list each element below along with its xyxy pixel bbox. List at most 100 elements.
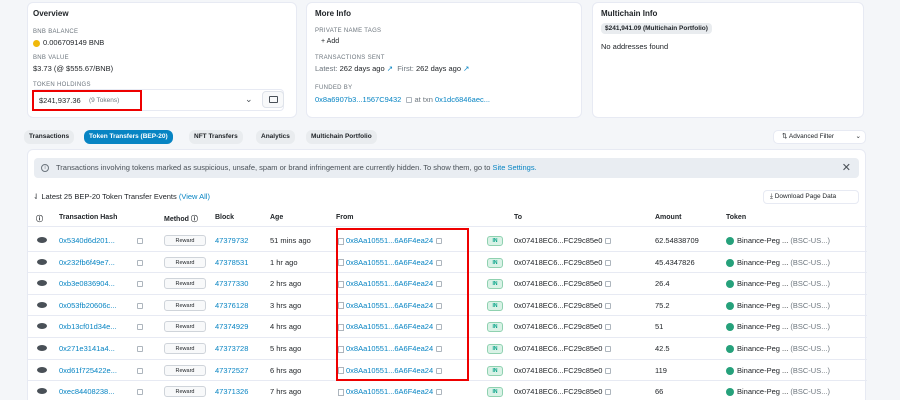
copy-icon[interactable] (134, 366, 143, 375)
token-name[interactable]: Binance-Peg ... (737, 279, 788, 288)
eye-icon[interactable] (37, 301, 47, 308)
tx-hash-link[interactable]: 0xb3e0836904... (59, 279, 115, 288)
token-name[interactable]: Binance-Peg ... (737, 344, 788, 353)
token-cell[interactable]: Binance-Peg ... (BSC-US...) (726, 258, 830, 267)
to-address-text: 0x07418EC6...FC29c85e0 (514, 387, 603, 397)
copy-icon[interactable] (605, 281, 612, 288)
eye-icon[interactable] (37, 345, 47, 351)
tx-hash-link[interactable]: 0xd61f725422e... (59, 366, 117, 375)
eye-icon[interactable] (37, 237, 47, 243)
token-name[interactable]: Binance-Peg ... (737, 258, 788, 267)
tx-hash-link[interactable]: 0xec84408238... (59, 387, 114, 396)
close-icon[interactable]: ✕ (842, 158, 851, 178)
tx-hash-link[interactable]: 0xb13cf01d34e... (59, 322, 117, 331)
copy-icon[interactable] (134, 236, 143, 245)
tx-hash-link[interactable]: 0x271e3141a4... (59, 344, 115, 353)
arrow-up-right-icon[interactable]: ↗ (387, 64, 393, 73)
col-method-label: Method (164, 216, 189, 223)
add-tag-button[interactable]: + Add (321, 38, 339, 45)
transfer-summary: ⇃ Latest 25 BEP-20 Token Transfer Events… (33, 192, 210, 201)
token-cell[interactable]: Binance-Peg ... (BSC-US...) (726, 322, 830, 332)
copy-icon[interactable] (134, 258, 143, 267)
block-link[interactable]: 47376128 (215, 301, 248, 310)
token-cell[interactable]: Binance-Peg ... (BSC-US...) (726, 344, 830, 354)
copy-icon[interactable] (605, 346, 612, 353)
contract-icon (338, 388, 344, 396)
eye-icon[interactable] (37, 366, 47, 373)
info-icon[interactable]: ⓘ (191, 216, 198, 223)
col-amount[interactable]: Amount (655, 214, 681, 221)
view-all-link[interactable]: (View All) (179, 192, 210, 201)
download-page-data-button[interactable]: ⤓ Download Page Data (763, 190, 859, 204)
token-cell[interactable]: Binance-Peg ... (BSC-US...) (726, 236, 830, 246)
help-icon[interactable]: ⓘ (36, 214, 43, 224)
copy-icon[interactable] (134, 387, 143, 396)
block-link[interactable]: 47379732 (215, 236, 248, 245)
age-value: 2 hrs ago (270, 279, 302, 289)
copy-icon[interactable] (605, 367, 612, 374)
copy-icon[interactable] (134, 279, 143, 288)
advanced-filter-button[interactable]: ⇅ Advanced Filter ⌄ (773, 130, 866, 144)
direction-badge: IN (487, 257, 503, 268)
copy-icon[interactable] (436, 389, 443, 396)
copy-icon[interactable] (134, 301, 143, 310)
arrow-up-right-icon[interactable]: ↗ (463, 64, 469, 73)
copy-icon[interactable] (605, 302, 612, 309)
token-name[interactable]: Binance-Peg ... (737, 301, 788, 310)
eye-icon[interactable] (37, 388, 47, 395)
notice-text: Transactions involving tokens marked as … (56, 163, 491, 172)
funded-txn-link[interactable]: 0x1dc6846aec... (435, 95, 490, 104)
multichain-portfolio-badge[interactable]: $241,941.09 (Multichain Portfolio) (601, 23, 712, 34)
tab-token-transfers[interactable]: Token Transfers (BEP-20) (84, 130, 173, 144)
from-address-link[interactable]: 0x8Aa10551...6A6F4ea24 (346, 387, 433, 396)
copy-icon[interactable] (605, 259, 612, 266)
from-address[interactable]: 0x8Aa10551...6A6F4ea24 (338, 387, 443, 396)
eye-icon[interactable] (37, 323, 47, 330)
eye-icon[interactable] (37, 280, 47, 287)
tx-hash-link[interactable]: 0x232fb6f49e7... (59, 258, 115, 267)
to-address: 0x07418EC6...FC29c85e0 (514, 387, 612, 397)
tx-hash-link[interactable]: 0x5340d6d201... (59, 236, 115, 245)
token-name[interactable]: Binance-Peg ... (737, 387, 788, 396)
token-name[interactable]: Binance-Peg ... (737, 366, 788, 375)
block-link[interactable]: 47373728 (215, 344, 248, 353)
block-link[interactable]: 47377330 (215, 279, 248, 288)
copy-icon[interactable] (605, 238, 612, 245)
tab-analytics[interactable]: Analytics (256, 130, 295, 144)
to-address-text: 0x07418EC6...FC29c85e0 (514, 279, 603, 289)
site-settings-link[interactable]: Site Settings. (493, 163, 537, 172)
direction-badge: IN (487, 387, 503, 398)
copy-icon[interactable] (406, 97, 413, 104)
token-name[interactable]: Binance-Peg ... (737, 236, 788, 245)
token-cell[interactable]: Binance-Peg ... (BSC-US...) (726, 387, 830, 397)
block-link[interactable]: 47374929 (215, 322, 248, 331)
block-link[interactable]: 47372527 (215, 366, 248, 375)
chevron-down-icon: ⌄ (855, 133, 861, 140)
token-symbol: (BSC-US...) (790, 344, 830, 353)
token-name[interactable]: Binance-Peg ... (737, 322, 788, 331)
token-cell[interactable]: Binance-Peg ... (BSC-US...) (726, 279, 830, 289)
token-icon (726, 301, 734, 310)
amount-value: 75.2 (655, 300, 670, 310)
copy-icon[interactable] (134, 344, 143, 353)
wallet-button[interactable] (262, 91, 284, 108)
block-link[interactable]: 47371326 (215, 387, 248, 396)
copy-icon[interactable] (605, 324, 612, 331)
token-cell[interactable]: Binance-Peg ... (BSC-US...) (726, 366, 830, 375)
token-icon (726, 366, 734, 375)
block-link[interactable]: 47378531 (215, 258, 248, 267)
latest-prefix: Latest: (315, 64, 338, 73)
col-age[interactable]: Age (270, 214, 283, 221)
eye-icon[interactable] (37, 258, 47, 265)
copy-icon[interactable] (134, 322, 143, 331)
tx-hash-link[interactable]: 0x053fb20606c... (59, 301, 117, 310)
tab-transactions[interactable]: Transactions (24, 130, 75, 144)
sort-icon: ⇃ (33, 192, 40, 201)
funded-address-link[interactable]: 0x8a6907b3...1567C9432 (315, 95, 401, 104)
copy-icon[interactable] (605, 389, 612, 396)
more-info-card: More Info PRIVATE NAME TAGS + Add TRANSA… (306, 2, 582, 118)
tab-multichain-portfolio[interactable]: Multichain Portfolio (306, 130, 377, 144)
tab-nft-transfers[interactable]: NFT Transfers (189, 130, 243, 144)
token-cell[interactable]: Binance-Peg ... (BSC-US...) (726, 301, 830, 310)
token-icon (726, 280, 734, 289)
